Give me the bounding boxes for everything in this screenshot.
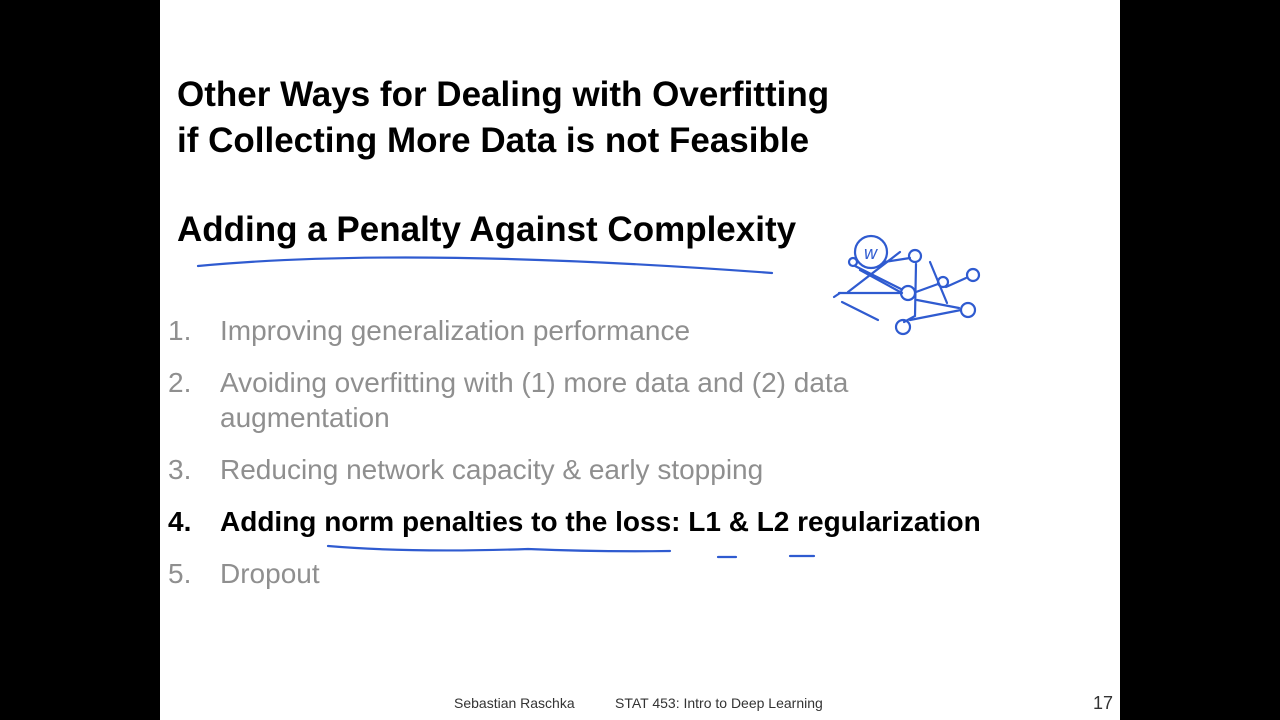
list-item-text: Dropout — [220, 558, 320, 589]
list-item-text: Improving generalization performance — [220, 315, 691, 346]
list-item-number: 2. — [168, 367, 192, 398]
list-item-number: 1. — [168, 315, 192, 346]
weight-node-label: w — [864, 243, 878, 263]
list-item-number: 5. — [168, 558, 192, 589]
weight-node — [853, 234, 889, 270]
heading-underline — [196, 256, 774, 275]
list-item-text: Reducing network capacity & early stoppi… — [220, 454, 764, 485]
list-item-number: 3. — [168, 454, 192, 485]
list-item-text: Adding norm penalties to the loss: L1 & … — [220, 506, 981, 537]
page-number: 17 — [1093, 693, 1114, 713]
section-heading: Adding a Penalty Against Complexity — [177, 210, 797, 249]
slide-title: Other Ways for Dealing with Overfitting … — [177, 72, 829, 164]
slide-title-line-2: if Collecting More Data is not Feasible — [177, 121, 810, 160]
slide-title-line-1: Other Ways for Dealing with Overfitting — [177, 75, 830, 114]
list-item-number: 4. — [168, 506, 192, 537]
list-item-3: 3. Reducing network capacity & early sto… — [168, 452, 980, 487]
list-item-text: Avoiding overfitting with (1) more data … — [220, 367, 849, 433]
footer-author: Sebastian Raschka — [454, 695, 575, 711]
list-item-2: 2. Avoiding overfitting with (1) more da… — [168, 365, 980, 435]
list-item-1: 1. Improving generalization performance — [168, 313, 980, 348]
list-item-4-active: 4. Adding norm penalties to the loss: L1… — [168, 504, 1120, 539]
footer-course: STAT 453: Intro to Deep Learning — [615, 695, 823, 711]
list-item-5: 5. Dropout — [168, 556, 980, 591]
slide: Other Ways for Dealing with Overfitting … — [160, 0, 1120, 720]
topic-list: 1. Improving generalization performance … — [168, 313, 1120, 608]
